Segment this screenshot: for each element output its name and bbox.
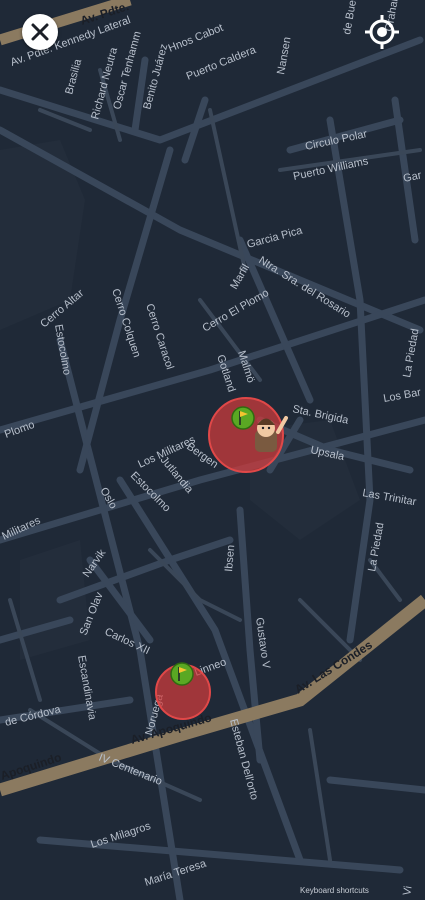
map-canvas[interactable]: Av. Pdte. Av. Pdte. Kennedy Lateral Osca…	[0, 0, 425, 900]
my-location-icon	[365, 15, 399, 49]
keyboard-shortcuts-link[interactable]: Keyboard shortcuts	[300, 886, 369, 895]
locate-button[interactable]	[362, 12, 402, 52]
flag-marker[interactable]	[231, 406, 255, 430]
flag-marker[interactable]	[170, 662, 194, 686]
close-icon	[31, 23, 49, 41]
close-button[interactable]	[22, 14, 58, 50]
street-label: Vi	[401, 885, 414, 897]
zone-2[interactable]	[155, 662, 211, 720]
street-label: Ibsen	[223, 544, 237, 572]
